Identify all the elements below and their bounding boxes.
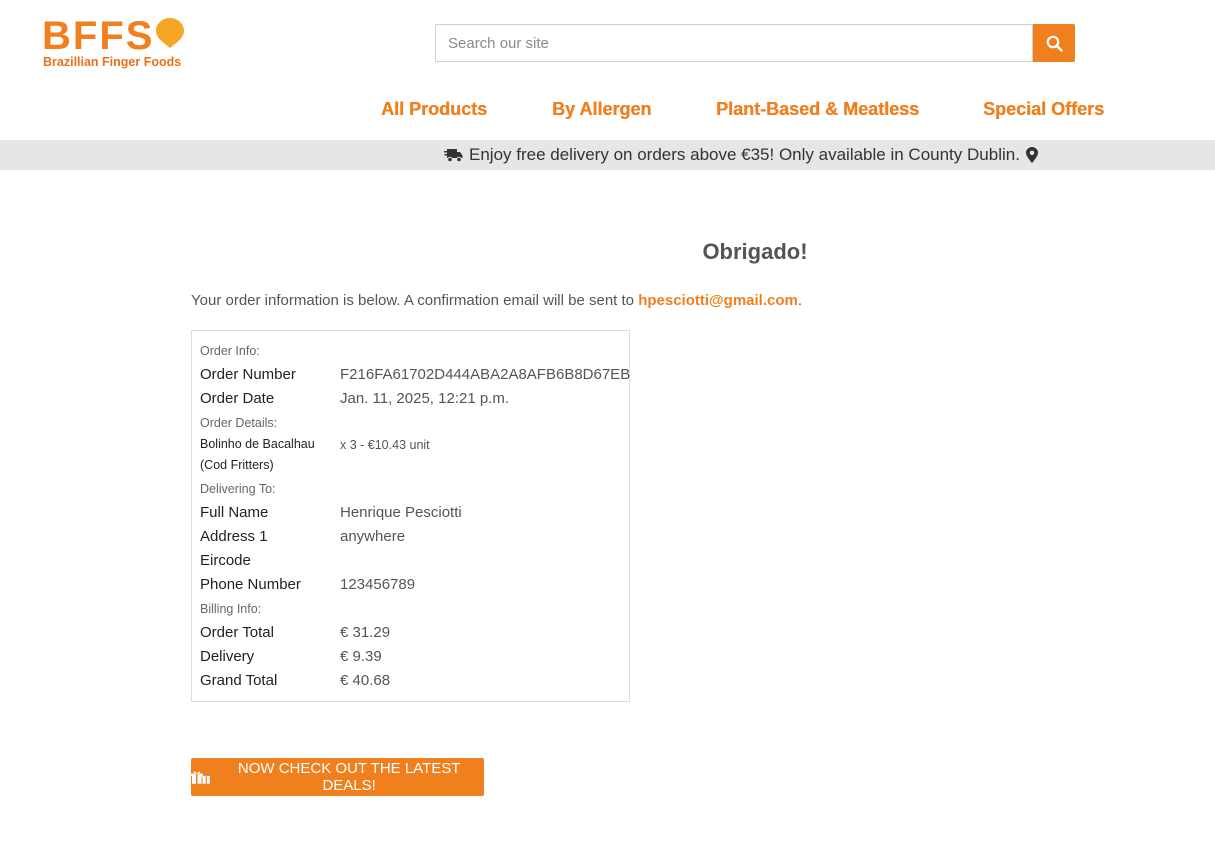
order-info-heading: Order Info: (200, 344, 260, 358)
nav-by-allergen[interactable]: By Allergen (552, 99, 651, 120)
promo-message: Enjoy free delivery on orders above €35!… (444, 145, 1038, 165)
nav-all-products[interactable]: All Products (381, 99, 487, 120)
site-logo[interactable]: BFFS Brazillian Finger Foods (42, 14, 192, 72)
delivery-value: € 9.39 (340, 648, 382, 665)
search-button[interactable] (1033, 24, 1075, 62)
map-marker-icon (1025, 147, 1038, 163)
logo-letters: BFFS (42, 14, 155, 58)
nav-special-offers[interactable]: Special Offers (983, 99, 1104, 120)
page-title: Obrigado! (702, 239, 808, 264)
full-name-value: Henrique Pesciotti (340, 504, 462, 521)
delivering-heading: Delivering To: (200, 482, 276, 496)
phone-value: 123456789 (340, 576, 416, 593)
intro-suffix: . (797, 292, 803, 309)
grand-total-label: Grand Total (200, 672, 278, 689)
order-item-name: Bolinho de Bacalhau (Cod Fritters) (200, 437, 315, 472)
search-icon (1046, 35, 1063, 52)
search-input[interactable] (435, 24, 1033, 62)
order-item-qty: x 3 - €10.43 unit (340, 438, 430, 452)
phone-label: Phone Number (200, 576, 301, 593)
billing-heading: Billing Info: (200, 602, 262, 616)
order-total-label: Order Total (200, 624, 274, 641)
order-number-value: F216FA61702D444ABA2A8AFB6B8D67EB (340, 366, 631, 383)
full-name-label: Full Name (200, 504, 269, 521)
latest-deals-button[interactable]: NOW CHECK OUT THE LATEST DEALS! (191, 758, 484, 796)
eircode-label: Eircode (200, 552, 251, 569)
order-details-heading: Order Details: (200, 416, 278, 430)
address1-label: Address 1 (200, 528, 268, 545)
email-link[interactable]: hpesciotti@gmail.com (638, 292, 798, 309)
logo-tagline: Brazillian Finger Foods (43, 55, 182, 69)
nav-plant-based[interactable]: Plant-Based & Meatless (716, 99, 919, 120)
order-summary-box: Order Info: Order Number F216FA61702D444… (191, 330, 630, 702)
intro-text: Your order information is below. A confi… (191, 292, 635, 309)
latest-deals-label: NOW CHECK OUT THE LATEST DEALS! (237, 760, 461, 794)
order-number-label: Order Number (200, 366, 296, 383)
logo-drop-icon (156, 18, 184, 48)
order-total-value: € 31.29 (340, 624, 391, 641)
promo-bar: Enjoy free delivery on orders above €35!… (0, 140, 1215, 170)
gifts-icon (191, 771, 211, 784)
confirmation-intro: Your order information is below. A confi… (191, 292, 802, 309)
grand-total-value: € 40.68 (340, 672, 391, 689)
truck-fast-icon (444, 148, 463, 162)
address1-value: anywhere (340, 528, 406, 545)
delivery-label: Delivery (200, 648, 255, 665)
order-date-label: Order Date (200, 390, 275, 407)
order-date-value: Jan. 11, 2025, 12:21 p.m. (340, 390, 510, 407)
promo-text: Enjoy free delivery on orders above €35!… (469, 145, 1020, 164)
